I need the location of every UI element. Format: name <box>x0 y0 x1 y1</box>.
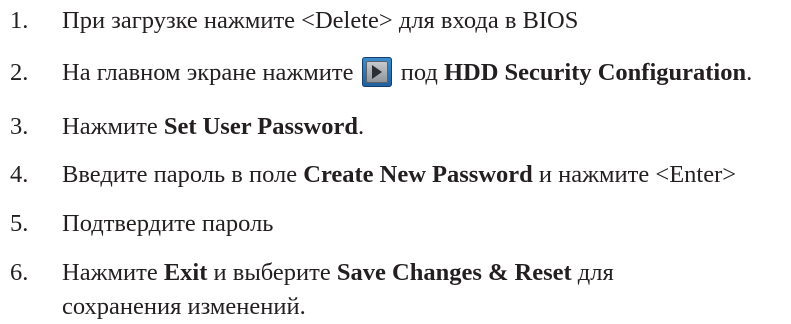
step-text-bold-segment: Set User Password <box>163 113 358 140</box>
step-text-bold-segment: Save Changes & Reset <box>336 259 572 286</box>
step-text-segment: Подтвердите пароль <box>62 210 274 237</box>
step-number: 2. <box>10 59 29 86</box>
step-text: Подтвердите пароль <box>62 207 762 241</box>
step-text-segment: При загрузке нажмите <Delete> для входа … <box>62 7 579 34</box>
right-arrow-glyph <box>371 65 382 79</box>
step-text-segment: На главном экране нажмите <box>62 59 354 86</box>
step-text-segment: и нажмите <Enter> <box>538 161 737 188</box>
step-text-segment: Нажмите <box>62 259 158 286</box>
step-text-bold-segment: Create New Password <box>303 161 533 188</box>
step-text-bold-segment: HDD Security Configuration <box>443 59 747 86</box>
step-text-bold-segment: Exit <box>163 259 208 286</box>
step-text-segment: под <box>400 59 438 86</box>
step-text: При загрузке нажмите <Delete> для входа … <box>62 4 762 38</box>
step-text: Нажмите Exit и выберите Save Changes & R… <box>62 256 722 324</box>
step-text: На главном экране нажмите под HDD Securi… <box>62 56 762 90</box>
step-number: 5. <box>10 210 29 237</box>
step-text: Нажмите Set User Password. <box>62 110 762 144</box>
step-text: Введите пароль в поле Create New Passwor… <box>62 158 762 192</box>
step-text-segment: . <box>746 59 753 86</box>
right-arrow-button-icon <box>361 57 392 87</box>
step-number: 3. <box>10 113 29 140</box>
step-text-segment: . <box>358 113 365 140</box>
step-text-segment: и выберите <box>213 259 331 286</box>
step-number: 4. <box>10 161 29 188</box>
step-number: 6. <box>10 259 29 286</box>
step-number: 1. <box>10 7 29 34</box>
step-text-segment: Нажмите <box>62 113 158 140</box>
step-text-segment: Введите пароль в поле <box>62 161 298 188</box>
